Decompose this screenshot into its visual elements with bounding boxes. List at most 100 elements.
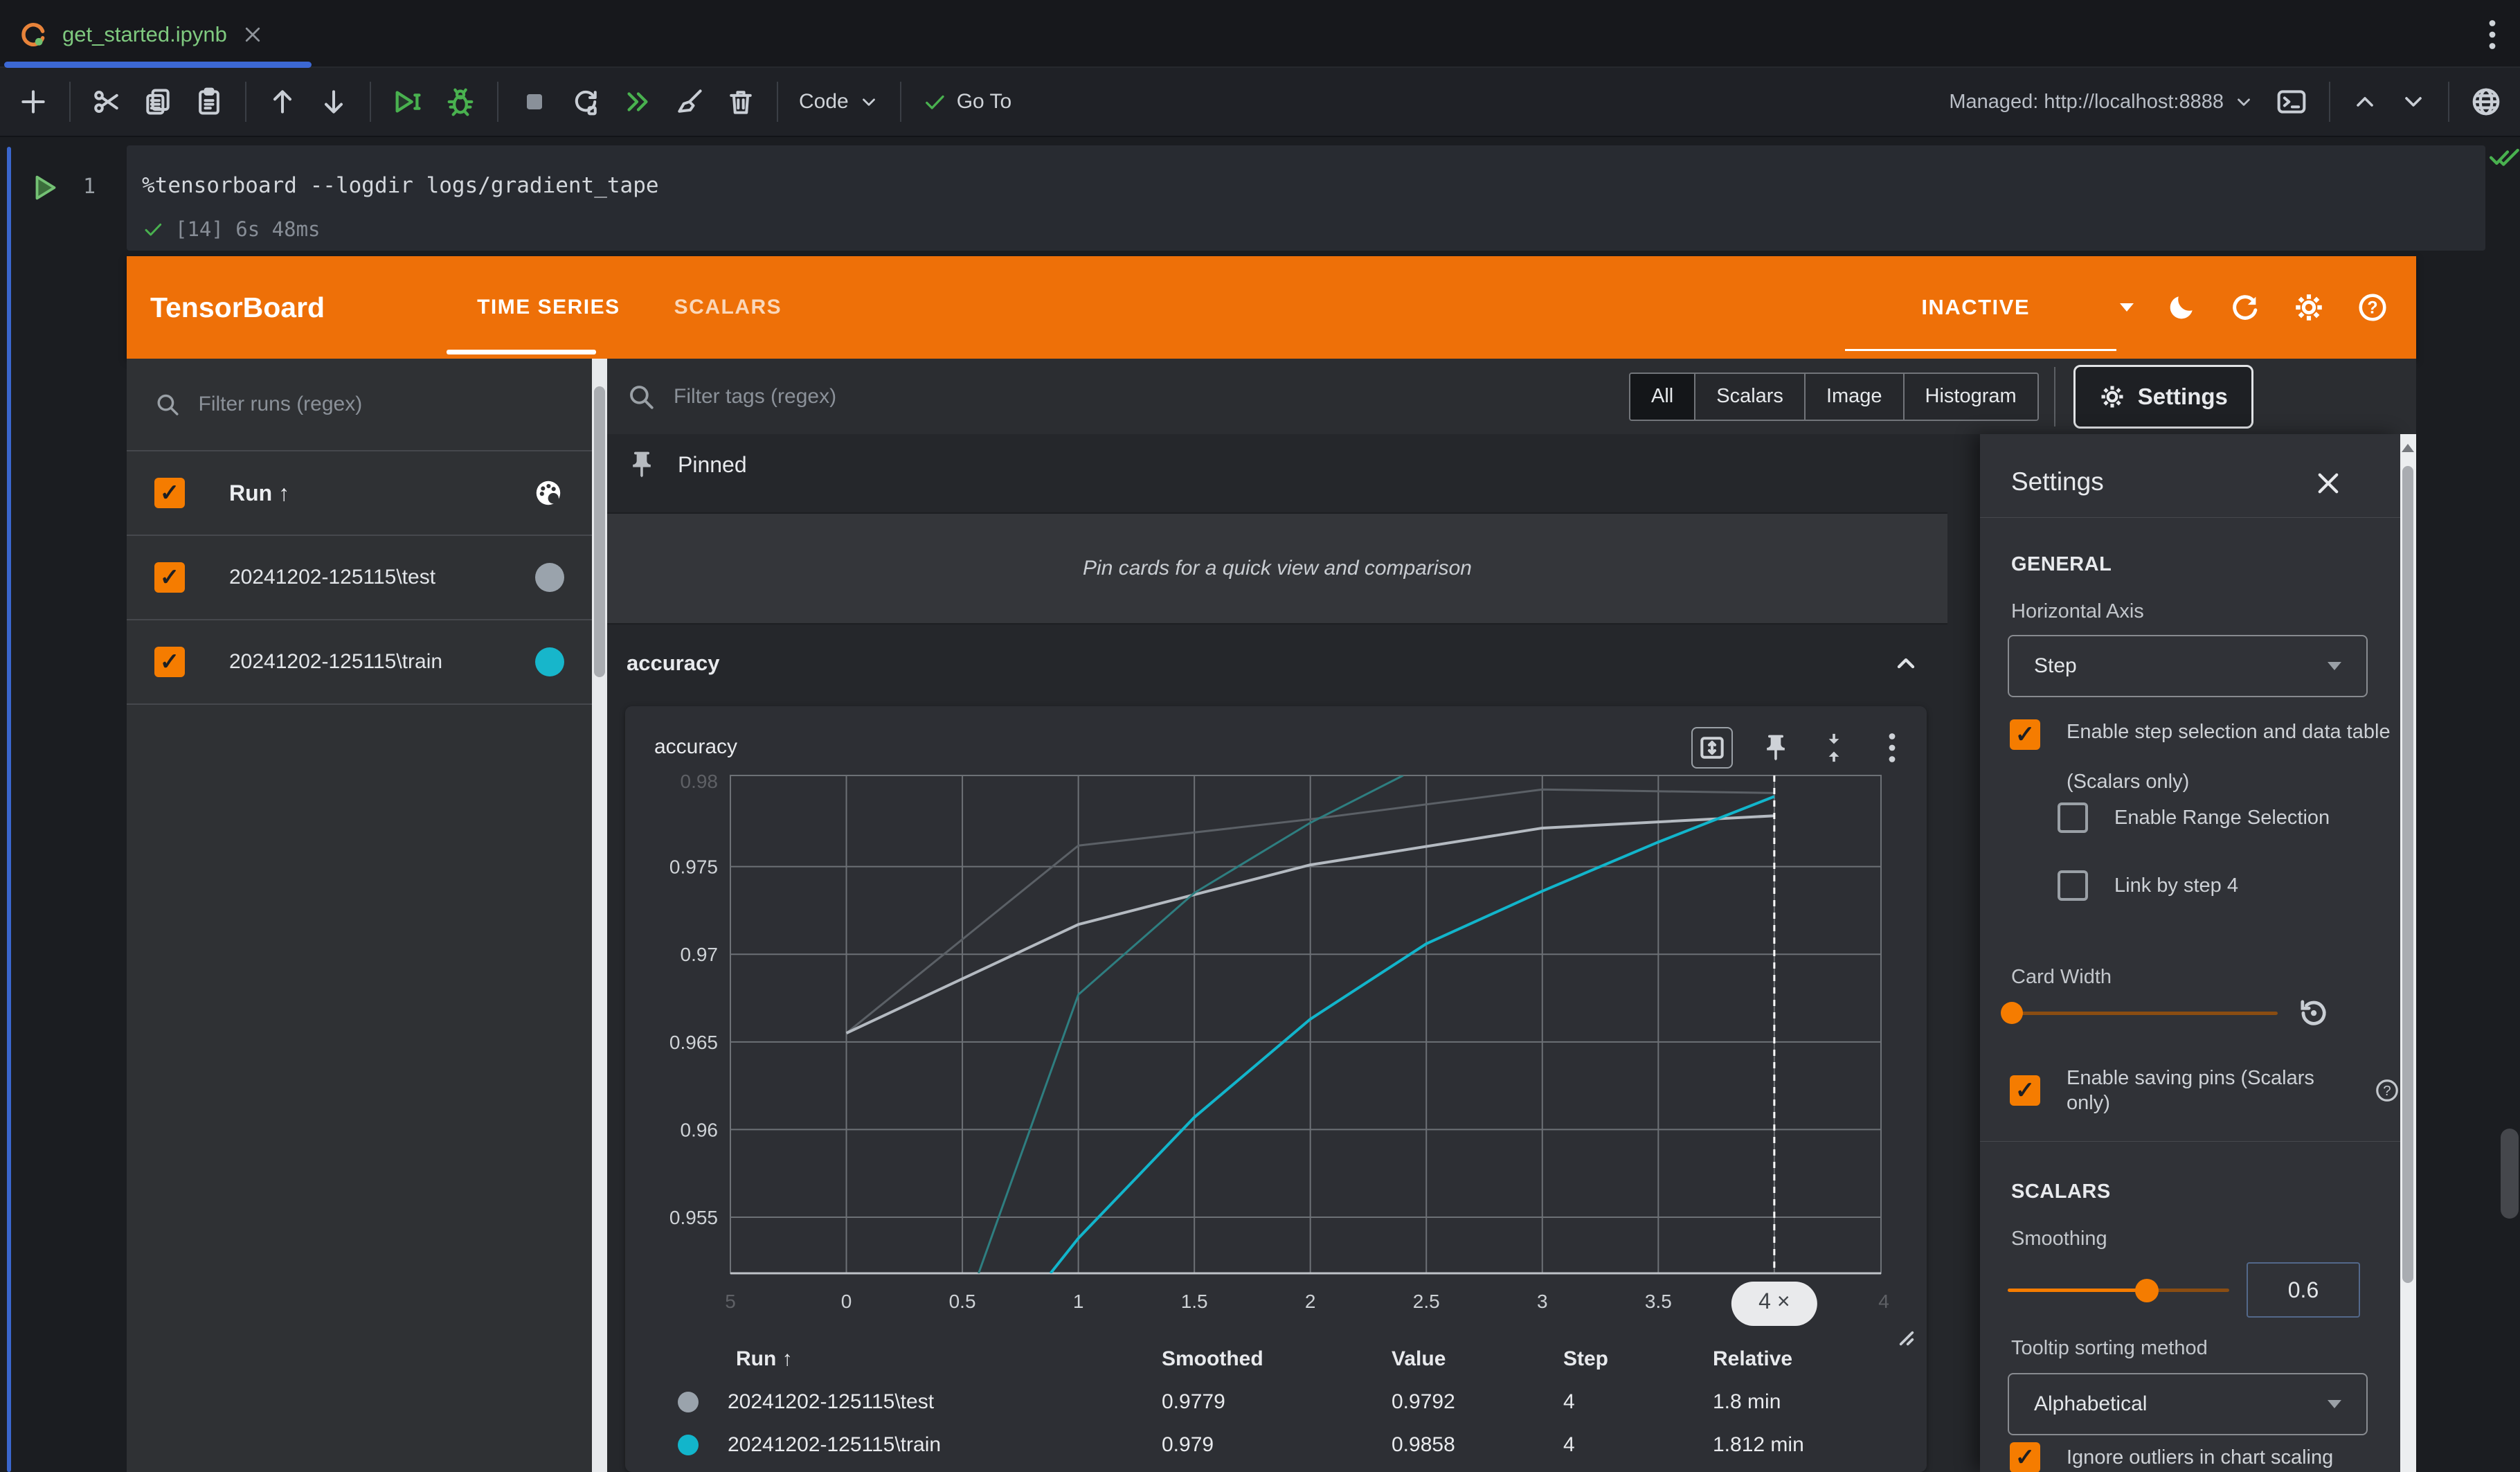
run-column-header[interactable]: Run ↑ (229, 481, 289, 506)
pin-card-icon[interactable] (1761, 733, 1791, 763)
scalars-heading: SCALARS (2011, 1181, 2111, 1203)
paste-cells-button[interactable] (194, 87, 224, 117)
run-filter-input[interactable] (199, 393, 565, 416)
delete-cell-trash-button[interactable] (726, 87, 756, 117)
cell-code-text[interactable]: %tensorboard --logdir logs/gradient_tape (142, 173, 659, 198)
saving-pins-checkbox[interactable]: ✓ (2010, 1075, 2040, 1106)
chevron-down-icon (2233, 91, 2254, 112)
run-train-color-dot[interactable] (535, 647, 564, 676)
toolbar-separator (2448, 82, 2449, 122)
globe-icon[interactable] (2470, 86, 2502, 118)
tab-time-series[interactable]: TIME SERIES (477, 296, 620, 319)
help-icon[interactable]: ? (2374, 1077, 2400, 1104)
cell-execution-info: [14] 6s 48ms (142, 217, 321, 241)
run-all-cells-button[interactable] (622, 86, 654, 118)
card-width-slider[interactable] (2008, 1012, 2278, 1015)
terminal-icon[interactable] (2275, 87, 2308, 117)
filter-all-button[interactable]: All (1630, 374, 1694, 420)
expand-down-icon[interactable] (2400, 88, 2427, 116)
cell-run-icon[interactable] (29, 172, 61, 204)
interrupt-kernel-button[interactable] (519, 87, 550, 117)
palette-icon[interactable] (532, 477, 564, 509)
kernel-select[interactable]: Managed: http://localhost:8888 (1949, 91, 2254, 114)
reset-card-width-icon[interactable] (2295, 994, 2331, 1030)
filter-image-button[interactable]: Image (1804, 374, 1903, 420)
svg-text:0.955: 0.955 (669, 1207, 718, 1228)
tabbar-menu-kebab-icon[interactable] (2477, 17, 2508, 53)
cell-type-select[interactable]: Code (799, 90, 879, 114)
chevron-down-icon (858, 91, 879, 112)
fit-domain-icon (1697, 733, 1727, 763)
chevron-up-icon[interactable] (1892, 649, 1920, 677)
close-icon[interactable] (2314, 469, 2343, 498)
settings-panel-title: Settings (2011, 467, 2104, 496)
card-width-slider-thumb[interactable] (2001, 1002, 2023, 1024)
pinned-empty-panel: Pin cards for a quick view and compariso… (607, 512, 1947, 625)
copy-cells-button[interactable] (143, 87, 173, 117)
horizontal-axis-select[interactable]: Step (2008, 635, 2368, 697)
collapse-up-icon[interactable] (2351, 88, 2379, 116)
cut-cells-button[interactable] (91, 87, 122, 117)
gear-icon[interactable] (2293, 291, 2325, 323)
accuracy-line-chart[interactable]: 0.9550.960.9650.970.9750.98500.511.522.5… (639, 770, 1906, 1349)
code-cell[interactable] (127, 145, 2485, 251)
debug-cell-button[interactable] (444, 86, 476, 118)
step-selection-checkbox[interactable]: ✓ (2010, 719, 2040, 750)
col-smoothed[interactable]: Smoothed (1162, 1347, 1392, 1371)
card-width-label: Card Width (2011, 966, 2112, 989)
link-by-step-checkbox[interactable]: ✓ (2058, 870, 2088, 901)
general-heading: GENERAL (2011, 553, 2112, 576)
dark-mode-moon-icon[interactable] (2166, 291, 2197, 323)
tag-type-filter-group: All Scalars Image Histogram (1629, 373, 2039, 421)
run-row-test[interactable]: ✓ 20241202-125115\test (127, 536, 592, 619)
run-test-color-dot[interactable] (535, 563, 564, 592)
clear-outputs-broom-button[interactable] (674, 87, 705, 117)
run-row-train[interactable]: ✓ 20241202-125115\train (127, 620, 592, 703)
run-train-dot (678, 1435, 699, 1455)
scroll-up-arrow[interactable] (2402, 444, 2414, 452)
notebook-tab[interactable]: get_started.ipynb (7, 4, 312, 65)
scrollbar-thumb[interactable] (2402, 466, 2413, 1283)
run-cell-button[interactable] (392, 86, 424, 118)
settings-button[interactable]: Settings (2073, 365, 2253, 429)
toolbar-separator (245, 82, 246, 122)
tab-close-icon[interactable] (242, 24, 263, 45)
settings-scrollbar[interactable] (2400, 434, 2416, 1472)
move-cell-down-button[interactable] (318, 87, 349, 117)
collapse-card-icon[interactable] (1819, 733, 1849, 763)
add-cell-button[interactable] (18, 87, 48, 117)
range-selection-checkbox[interactable]: ✓ (2058, 802, 2088, 833)
active-tab-indicator (4, 62, 312, 68)
select-all-runs-checkbox[interactable]: ✓ (154, 478, 185, 508)
run-train-checkbox[interactable]: ✓ (154, 647, 185, 677)
run-test-checkbox[interactable]: ✓ (154, 562, 185, 593)
scrollbar-thumb[interactable] (594, 386, 605, 677)
status-select[interactable]: INACTIVE (1921, 295, 2134, 320)
fit-to-data-button[interactable] (1691, 727, 1733, 769)
col-relative[interactable]: Relative (1713, 1347, 1914, 1371)
sidebar-scrollbar[interactable] (592, 359, 607, 1472)
card-menu-kebab-icon[interactable] (1877, 730, 1907, 766)
smoothing-slider-thumb[interactable] (2135, 1279, 2159, 1302)
ignore-outliers-checkbox[interactable]: ✓ (2010, 1442, 2040, 1472)
col-value[interactable]: Value (1392, 1347, 1563, 1371)
col-step[interactable]: Step (1563, 1347, 1713, 1371)
move-cell-up-button[interactable] (267, 87, 298, 117)
tooltip-sort-select[interactable]: Alphabetical (2008, 1373, 2368, 1435)
filter-scalars-button[interactable]: Scalars (1694, 374, 1804, 420)
refresh-icon[interactable] (2229, 291, 2261, 323)
col-run[interactable]: Run ↑ (736, 1347, 793, 1371)
saving-pins-row: ✓ Enable saving pins (Scalars only) ? (2010, 1066, 2400, 1116)
tag-filter-input[interactable] (674, 385, 1629, 409)
restart-kernel-button[interactable] (570, 87, 601, 117)
help-icon[interactable]: ? (2357, 291, 2388, 323)
run-header-row: ✓ Run ↑ (127, 451, 592, 535)
accuracy-section-header[interactable]: accuracy (607, 626, 1947, 701)
window-scrollbar-thumb[interactable] (2501, 1129, 2519, 1219)
smoothing-value-input[interactable] (2262, 1277, 2345, 1303)
filter-histogram-button[interactable]: Histogram (1903, 374, 2037, 420)
svg-text:5: 5 (725, 1291, 736, 1312)
goto-button[interactable]: Go To (922, 89, 1012, 114)
toolbar-separator (497, 82, 498, 122)
tab-scalars[interactable]: SCALARS (674, 296, 782, 319)
